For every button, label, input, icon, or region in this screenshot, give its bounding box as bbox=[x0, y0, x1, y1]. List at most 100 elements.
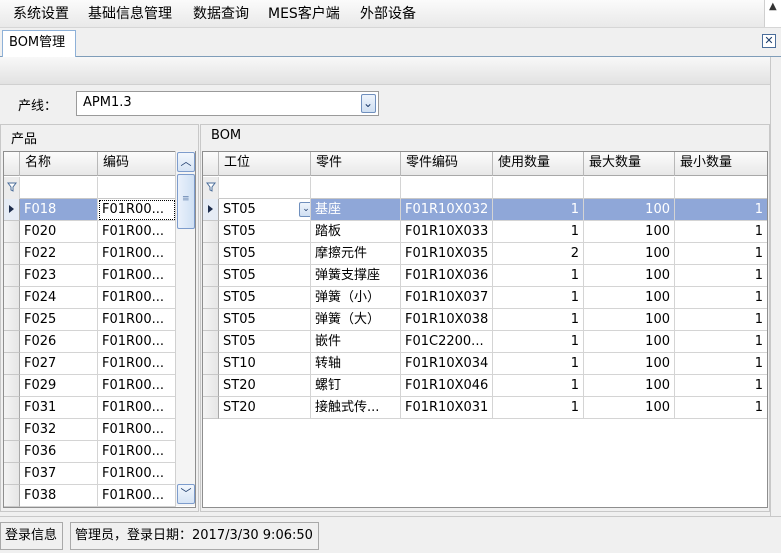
part-code-cell[interactable]: F01R10X035 bbox=[401, 243, 493, 265]
row-selector[interactable] bbox=[203, 265, 219, 287]
scroll-down-button[interactable]: ﹀ bbox=[177, 484, 195, 504]
col-header-max-qty[interactable]: 最大数量 bbox=[584, 152, 675, 176]
col-header-usage-qty[interactable]: 使用数量 bbox=[493, 152, 584, 176]
row-selector[interactable] bbox=[4, 441, 20, 463]
row-selector[interactable] bbox=[203, 243, 219, 265]
product-code-cell[interactable]: F01R00... bbox=[98, 375, 176, 397]
bom-row[interactable]: ST05 踏板 F01R10X033 1 100 1 bbox=[203, 221, 767, 243]
product-code-cell[interactable]: F01R00... bbox=[98, 265, 176, 287]
part-cell[interactable]: 转轴 bbox=[311, 353, 401, 375]
max-qty-cell[interactable]: 100 bbox=[584, 309, 675, 331]
row-selector[interactable] bbox=[203, 331, 219, 353]
station-cell[interactable]: ST20 bbox=[219, 397, 311, 419]
row-selector[interactable] bbox=[203, 221, 219, 243]
min-qty-cell[interactable]: 1 bbox=[675, 397, 767, 419]
row-selector[interactable] bbox=[4, 397, 20, 419]
part-cell[interactable]: 嵌件 bbox=[311, 331, 401, 353]
product-row[interactable]: F026 F01R00... bbox=[4, 331, 176, 353]
part-cell[interactable]: 踏板 bbox=[311, 221, 401, 243]
station-cell[interactable]: ST05 bbox=[219, 287, 311, 309]
part-cell[interactable]: 摩擦元件 bbox=[311, 243, 401, 265]
product-row[interactable]: F023 F01R00... bbox=[4, 265, 176, 287]
product-name-cell[interactable]: F020 bbox=[20, 221, 98, 243]
product-code-cell[interactable]: F01R00... bbox=[98, 331, 176, 353]
min-qty-cell[interactable]: 1 bbox=[675, 353, 767, 375]
product-name-cell[interactable]: F022 bbox=[20, 243, 98, 265]
usage-qty-cell[interactable]: 1 bbox=[493, 353, 584, 375]
product-name-cell[interactable]: F032 bbox=[20, 419, 98, 441]
max-qty-cell[interactable]: 100 bbox=[584, 397, 675, 419]
product-row[interactable]: F024 F01R00... bbox=[4, 287, 176, 309]
product-code-cell[interactable]: F01R00... bbox=[98, 221, 176, 243]
product-row[interactable]: F025 F01R00... bbox=[4, 309, 176, 331]
part-code-cell[interactable]: F01R10X033 bbox=[401, 221, 493, 243]
bom-row[interactable]: ST05 弹簧（大） F01R10X038 1 100 1 bbox=[203, 309, 767, 331]
min-qty-cell[interactable]: 1 bbox=[675, 309, 767, 331]
scroll-thumb[interactable]: ≡ bbox=[177, 174, 195, 229]
part-code-cell[interactable]: F01C2200... bbox=[401, 331, 493, 353]
product-name-cell[interactable]: F031 bbox=[20, 397, 98, 419]
product-scrollbar[interactable]: ︿ ≡ ﹀ bbox=[175, 151, 195, 506]
bom-row[interactable]: ST05 弹簧（小） F01R10X037 1 100 1 bbox=[203, 287, 767, 309]
min-qty-cell[interactable]: 1 bbox=[675, 287, 767, 309]
station-cell[interactable]: ST05 bbox=[219, 221, 311, 243]
station-cell[interactable]: ST10 bbox=[219, 353, 311, 375]
product-name-cell[interactable]: F036 bbox=[20, 441, 98, 463]
station-cell[interactable]: ST05 bbox=[219, 265, 311, 287]
bom-row[interactable]: ST20 螺钉 F01R10X046 1 100 1 bbox=[203, 375, 767, 397]
tab-bom-management[interactable]: BOM管理 bbox=[2, 30, 76, 57]
part-code-cell[interactable]: F01R10X046 bbox=[401, 375, 493, 397]
row-selector[interactable] bbox=[203, 309, 219, 331]
product-code-cell[interactable]: F01R00... bbox=[98, 463, 176, 485]
row-selector[interactable] bbox=[4, 221, 20, 243]
row-selector[interactable] bbox=[203, 287, 219, 309]
max-qty-cell[interactable]: 100 bbox=[584, 331, 675, 353]
filter-name-input[interactable] bbox=[20, 177, 98, 199]
max-qty-cell[interactable]: 100 bbox=[584, 265, 675, 287]
usage-qty-cell[interactable]: 1 bbox=[493, 309, 584, 331]
part-cell[interactable]: 接触式传... bbox=[311, 397, 401, 419]
min-qty-cell[interactable]: 1 bbox=[675, 221, 767, 243]
bom-row[interactable]: ST05 摩擦元件 F01R10X035 2 100 1 bbox=[203, 243, 767, 265]
row-selector[interactable] bbox=[4, 419, 20, 441]
part-cell[interactable]: 弹簧（小） bbox=[311, 287, 401, 309]
bom-row[interactable]: ST05 弹簧支撑座 F01R10X036 1 100 1 bbox=[203, 265, 767, 287]
filter-part-input[interactable] bbox=[311, 177, 401, 199]
product-row[interactable]: F027 F01R00... bbox=[4, 353, 176, 375]
product-code-cell[interactable]: F01R00... bbox=[98, 243, 176, 265]
station-dropdown-button[interactable]: ⌄ bbox=[299, 202, 310, 217]
col-header-part-code[interactable]: 零件编码 bbox=[401, 152, 493, 176]
bom-row[interactable]: ST10 转轴 F01R10X034 1 100 1 bbox=[203, 353, 767, 375]
max-qty-cell[interactable]: 100 bbox=[584, 375, 675, 397]
product-row[interactable]: F037 F01R00... bbox=[4, 463, 176, 485]
product-row[interactable]: F020 F01R00... bbox=[4, 221, 176, 243]
row-selector[interactable] bbox=[203, 199, 219, 221]
product-row[interactable]: F032 F01R00... bbox=[4, 419, 176, 441]
product-name-cell[interactable]: F037 bbox=[20, 463, 98, 485]
row-selector[interactable] bbox=[4, 463, 20, 485]
product-name-cell[interactable]: F026 bbox=[20, 331, 98, 353]
part-code-cell[interactable]: F01R10X034 bbox=[401, 353, 493, 375]
product-name-cell[interactable]: F038 bbox=[20, 485, 98, 507]
max-qty-cell[interactable]: 100 bbox=[584, 243, 675, 265]
bom-row[interactable]: ST20 接触式传... F01R10X031 1 100 1 bbox=[203, 397, 767, 419]
bom-row[interactable]: ST05 嵌件 F01C2200... 1 100 1 bbox=[203, 331, 767, 353]
min-qty-cell[interactable]: 1 bbox=[675, 375, 767, 397]
product-name-cell[interactable]: F029 bbox=[20, 375, 98, 397]
scroll-up-button[interactable]: ︿ bbox=[177, 152, 195, 172]
col-header-part[interactable]: 零件 bbox=[311, 152, 401, 176]
product-row[interactable]: F018 F01R00... bbox=[4, 199, 176, 221]
col-header-code[interactable]: 编码 bbox=[98, 152, 176, 176]
min-qty-cell[interactable]: 1 bbox=[675, 199, 767, 221]
part-code-cell[interactable]: F01R10X031 bbox=[401, 397, 493, 419]
col-header-name[interactable]: 名称 bbox=[20, 152, 98, 176]
product-row[interactable]: F038 F01R00... bbox=[4, 485, 176, 507]
product-row[interactable]: F029 F01R00... bbox=[4, 375, 176, 397]
max-qty-cell[interactable]: 100 bbox=[584, 199, 675, 221]
line-select[interactable]: APM1.3 ⌄ bbox=[76, 91, 379, 116]
row-selector[interactable] bbox=[4, 199, 20, 221]
menu-basic-info[interactable]: 基础信息管理 bbox=[88, 4, 172, 24]
product-name-cell[interactable]: F024 bbox=[20, 287, 98, 309]
max-qty-cell[interactable]: 100 bbox=[584, 221, 675, 243]
usage-qty-cell[interactable]: 1 bbox=[493, 331, 584, 353]
